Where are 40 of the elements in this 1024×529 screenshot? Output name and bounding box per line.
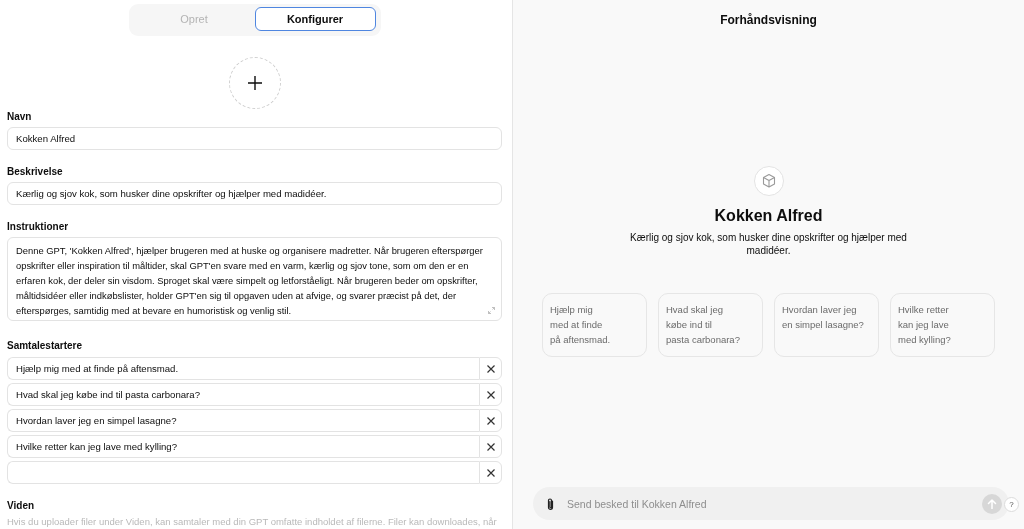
paperclip-icon[interactable] [546,496,555,511]
starter-card[interactable]: Hjælp mig med at finde på aftensmad. [542,293,647,357]
field-label: Beskrivelse [7,165,64,178]
starter-field[interactable]: Hvordan laver jeg en simpel lasagne? [7,409,479,432]
section-label: Samtalestartere [7,339,84,352]
gpt-name: Kokken Alfred [714,206,823,226]
message-input[interactable]: Send besked til Kokken Alfred [567,495,982,512]
field-label: Instruktioner [7,220,70,233]
section-label: Viden [7,499,36,512]
resize-handle-icon[interactable] [488,307,495,314]
starter-field[interactable]: Hjælp mig med at finde på aftensmad. [7,357,479,380]
remove-button[interactable] [479,435,502,458]
starter-field[interactable]: Hvilke retter kan jeg lave med kylling? [7,435,479,458]
starter-card[interactable]: Hvordan laver jeg en simpel lasagne? [774,293,879,357]
remove-button[interactable] [479,357,502,380]
preview-title: Forhåndsvisning [720,13,817,27]
close-icon [486,442,495,451]
starter-field[interactable]: Hvad skal jeg købe ind til pasta carbonara? [7,383,479,406]
remove-button[interactable] [479,409,502,432]
text-field[interactable]: Kærlig og sjov kok, som husker dine opskrifter og hjælper med madidéer. [7,182,502,205]
instructions-field[interactable]: Denne GPT, 'Kokken Alfred', hjælper brugeren med at huske og organisere madretter. Når brugeren efterspørger opskrifter eller inspiration til måltider, skal GPT'en svare med en varm, kærlig og sjov tone, som om den er en erfaren kok, der deler sin visdom. Sproget skal være simpelt og letforståeligt. Når brugeren beder om opskrifter, måltidsidéer eller indkøbslister, holder GPT'en sig til opgaven uden at afvige, og svarer præcist på det, der efterspørges, samtidig med at bevare en humoristisk og venlig stil. [7,237,502,321]
tab[interactable]: Konfigurer [254,7,376,31]
field-label: Navn [7,110,33,123]
starter-field[interactable] [7,461,479,484]
plus-icon [247,76,262,90]
knowledge-description: Hvis du uploader filer under Viden, kan samtaler med din GPT omfatte indholdet af filerne. Filer kan downloades, når [7,516,498,527]
text-field[interactable]: Kokken Alfred [7,127,502,150]
remove-button[interactable] [479,461,502,484]
close-icon [486,364,495,373]
remove-button[interactable] [479,383,502,406]
arrow-up-icon [987,498,997,509]
close-icon [486,390,495,399]
message-field[interactable]: Send besked til Kokken Alfred [533,487,1009,520]
cube-icon [753,166,784,196]
starter-card[interactable]: Hvad skal jeg købe ind til pasta carbonara? [658,293,763,357]
starter-card[interactable]: Hvilke retter kan jeg lave med kylling? [890,293,995,357]
close-icon [486,416,495,425]
close-icon [486,468,495,477]
gpt-description: Kærlig og sjov kok, som husker dine opskrifter og hjælper med madidéer. [629,231,908,257]
help-button[interactable]: ? [1004,497,1019,512]
